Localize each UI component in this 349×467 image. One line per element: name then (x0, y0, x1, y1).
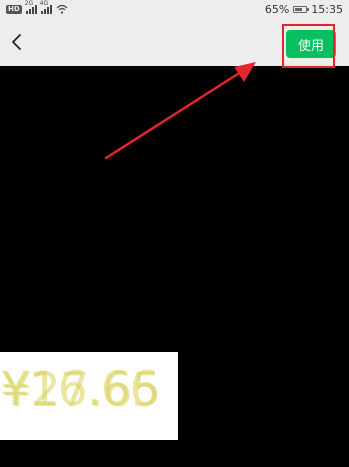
back-button[interactable] (4, 28, 28, 56)
hd-badge: HD (6, 4, 22, 14)
wifi-icon (56, 4, 68, 14)
preview-image: ¥16.66 ¥27.65 (0, 352, 178, 440)
nav-bar: 使用 (0, 18, 349, 66)
signal-icon-2: 4G (40, 0, 52, 14)
status-bar-right: 65% 15:35 (265, 3, 343, 16)
status-bar-left: HD 2G 4G (6, 0, 68, 14)
battery-icon (293, 5, 310, 13)
clock: 15:35 (311, 2, 343, 16)
network-type-2: 4G (39, 0, 49, 7)
signal-icon-1: 2G (25, 0, 37, 14)
chevron-left-icon (12, 34, 21, 50)
status-bar: HD 2G 4G 65% 15:35 (0, 0, 349, 18)
price-text-2: ¥27.65 (2, 363, 161, 418)
battery-percent: 65% (264, 2, 290, 16)
network-type-1: 2G (24, 0, 34, 7)
use-button[interactable]: 使用 (286, 30, 336, 58)
